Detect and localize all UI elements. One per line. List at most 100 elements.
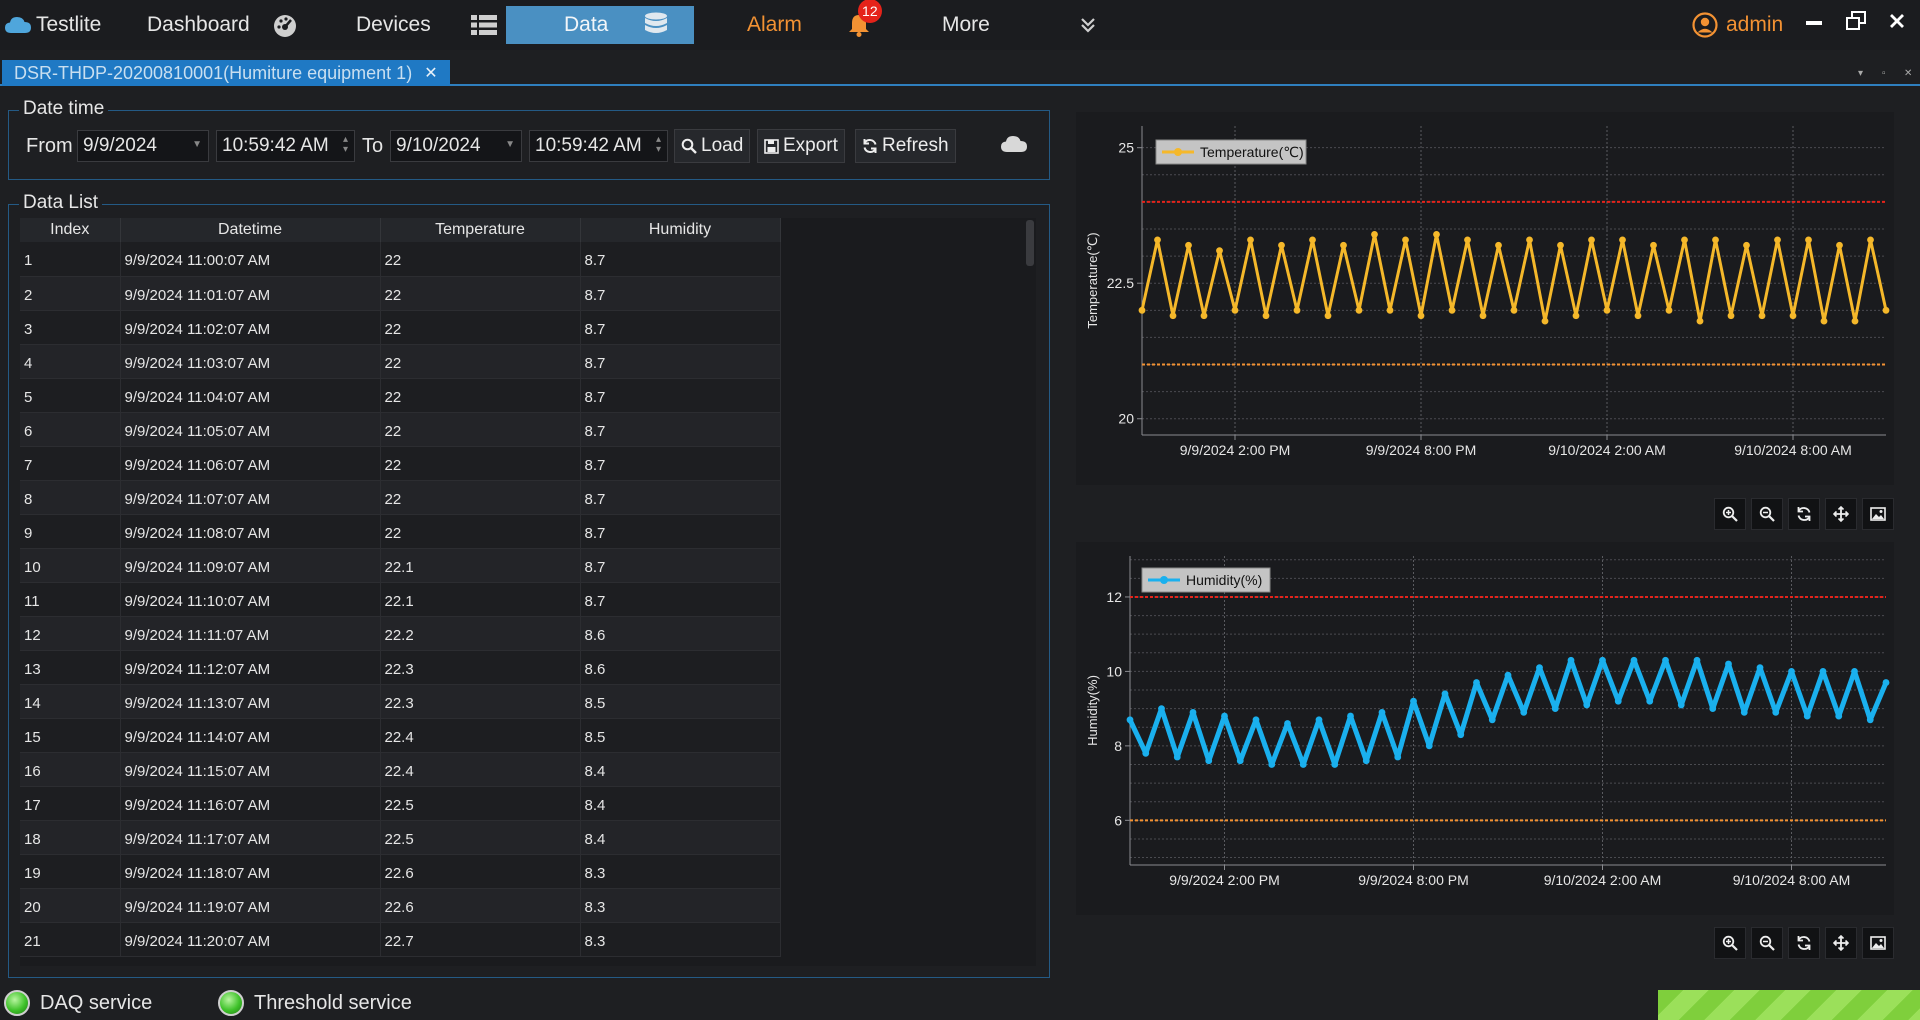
- table-row[interactable]: 7 9/9/2024 11:06:07 AM 22 8.7: [20, 446, 1036, 481]
- status-led-icon: [218, 990, 244, 1016]
- table-row[interactable]: 4 9/9/2024 11:03:07 AM 22 8.7: [20, 344, 1036, 379]
- cell-datetime: 9/9/2024 11:19:07 AM: [120, 888, 381, 923]
- pan-button[interactable]: [1825, 927, 1857, 959]
- temperature-legend-marker: [1174, 148, 1182, 156]
- close-window-button[interactable]: [1884, 8, 1910, 34]
- reset-zoom-button[interactable]: [1788, 927, 1820, 959]
- zoom-in-button[interactable]: [1714, 498, 1746, 530]
- column-header-humidity[interactable]: Humidity: [580, 218, 781, 242]
- app-brand[interactable]: Testlite: [4, 0, 101, 50]
- user-name: admin: [1726, 13, 1784, 36]
- cell-index: 17: [20, 786, 121, 821]
- humidity-data-point: [1788, 668, 1795, 675]
- table-row[interactable]: 16 9/9/2024 11:15:07 AM 22.4 8.4: [20, 752, 1036, 787]
- nav-data-active[interactable]: Data: [506, 6, 694, 44]
- table-row[interactable]: 18 9/9/2024 11:17:07 AM 22.5 8.4: [20, 820, 1036, 855]
- table-row[interactable]: 2 9/9/2024 11:01:07 AM 22 8.7: [20, 276, 1036, 311]
- brand-label: Testlite: [36, 13, 102, 36]
- table-scrollbar[interactable]: [1024, 218, 1036, 966]
- save-image-button[interactable]: [1862, 498, 1894, 530]
- temperature-data-point: [1138, 306, 1146, 314]
- table-row[interactable]: 11 9/9/2024 11:10:07 AM 22.1 8.7: [20, 582, 1036, 617]
- cloud-icon[interactable]: [1000, 134, 1028, 154]
- export-button[interactable]: Export: [757, 129, 845, 163]
- table-row[interactable]: 13 9/9/2024 11:12:07 AM 22.3 8.6: [20, 650, 1036, 685]
- table-row[interactable]: 1 9/9/2024 11:00:07 AM 22 8.7: [20, 242, 1036, 277]
- humidity-data-point: [1882, 679, 1890, 686]
- cell-datetime: 9/9/2024 11:06:07 AM: [120, 446, 381, 481]
- restore-icon: [1846, 11, 1866, 31]
- column-header-index[interactable]: Index: [20, 218, 121, 242]
- table-row[interactable]: 5 9/9/2024 11:04:07 AM 22 8.7: [20, 378, 1036, 413]
- scrollbar-thumb[interactable]: [1026, 220, 1034, 266]
- zoom-in-button[interactable]: [1714, 927, 1746, 959]
- cell-temperature: 22: [380, 446, 581, 481]
- table-row[interactable]: 10 9/9/2024 11:09:07 AM 22.1 8.7: [20, 548, 1036, 583]
- column-header-temperature[interactable]: Temperature: [380, 218, 581, 242]
- cell-filler: [780, 242, 1036, 276]
- cell-filler: [780, 616, 1036, 650]
- refresh-button[interactable]: Refresh: [855, 129, 956, 163]
- cell-temperature: 22.7: [380, 922, 581, 957]
- humidity-data-point: [1347, 712, 1354, 720]
- cell-datetime: 9/9/2024 11:17:07 AM: [120, 820, 381, 855]
- temperature-data-point: [1402, 236, 1409, 244]
- reset-zoom-button[interactable]: [1788, 498, 1820, 530]
- table-row[interactable]: 6 9/9/2024 11:05:07 AM 22 8.7: [20, 412, 1036, 447]
- table-row[interactable]: 21 9/9/2024 11:20:07 AM 22.7 8.3: [20, 922, 1036, 957]
- to-date-picker[interactable]: 9/10/2024 ▼: [390, 130, 522, 162]
- cell-datetime: 9/9/2024 11:00:07 AM: [120, 242, 381, 277]
- temperature-y-axis-label: Temperature(℃): [1085, 232, 1100, 328]
- cell-index: 2: [20, 276, 121, 311]
- load-button[interactable]: Load: [674, 129, 751, 163]
- save-image-button[interactable]: [1862, 927, 1894, 959]
- chevron-down-icon: ▼: [505, 139, 515, 150]
- nav-alarm[interactable]: Alarm 12: [747, 0, 882, 50]
- table-row[interactable]: 19 9/9/2024 11:18:07 AM 22.6 8.3: [20, 854, 1036, 889]
- humidity-data-point: [1551, 705, 1559, 713]
- humidity-legend[interactable]: Humidity(%): [1141, 567, 1271, 593]
- device-tab[interactable]: DSR-THDP-20200810001(Humiture equipment …: [2, 60, 450, 86]
- table-row[interactable]: 9 9/9/2024 11:08:07 AM 22 8.7: [20, 514, 1036, 549]
- image-icon: [1870, 935, 1886, 951]
- zoom-out-button[interactable]: [1751, 498, 1783, 530]
- table-row[interactable]: 20 9/9/2024 11:19:07 AM 22.6 8.3: [20, 888, 1036, 923]
- gauge-icon: [272, 13, 298, 37]
- minimize-button[interactable]: [1801, 8, 1827, 34]
- humidity-ytick-label: 8: [1114, 738, 1122, 754]
- tab-dropdown-icon[interactable]: ▾: [1858, 68, 1863, 79]
- table-row[interactable]: 14 9/9/2024 11:13:07 AM 22.3 8.5: [20, 684, 1036, 719]
- user-menu[interactable]: admin: [1692, 0, 1783, 50]
- table-row[interactable]: 17 9/9/2024 11:16:07 AM 22.5 8.4: [20, 786, 1036, 821]
- tab-close-all-icon[interactable]: ✕: [1904, 68, 1912, 79]
- nav-more[interactable]: More: [942, 0, 1096, 50]
- zoom-in-icon: [1722, 506, 1738, 522]
- table-row[interactable]: 3 9/9/2024 11:02:07 AM 22 8.7: [20, 310, 1036, 345]
- tab-close-icon[interactable]: ✕: [424, 63, 437, 83]
- nav-devices[interactable]: Devices: [356, 0, 497, 50]
- cell-humidity: 8.5: [580, 684, 781, 719]
- cell-index: 8: [20, 480, 121, 515]
- data-table: Index Datetime Temperature Humidity 1 9/9…: [20, 218, 1036, 966]
- pan-button[interactable]: [1825, 498, 1857, 530]
- image-icon: [1870, 506, 1886, 522]
- nav-dashboard[interactable]: Dashboard: [147, 0, 298, 50]
- column-header-datetime[interactable]: Datetime: [120, 218, 381, 242]
- table-row[interactable]: 8 9/9/2024 11:07:07 AM 22 8.7: [20, 480, 1036, 515]
- from-time-picker[interactable]: 10:59:42 AM ▴ ▾: [216, 130, 355, 162]
- temperature-data-point: [1278, 241, 1285, 249]
- table-row[interactable]: 12 9/9/2024 11:11:07 AM 22.2 8.6: [20, 616, 1036, 651]
- restore-button[interactable]: [1843, 8, 1869, 34]
- temperature-data-point: [1774, 236, 1781, 244]
- from-date-picker[interactable]: 9/9/2024 ▼: [77, 130, 209, 162]
- zoom-out-button[interactable]: [1751, 927, 1783, 959]
- nav-dashboard-label: Dashboard: [147, 13, 250, 36]
- cell-datetime: 9/9/2024 11:01:07 AM: [120, 276, 381, 311]
- to-time-picker[interactable]: 10:59:42 AM ▴ ▾: [529, 130, 668, 162]
- cell-temperature: 22.1: [380, 548, 581, 583]
- temperature-legend[interactable]: Temperature(℃): [1155, 139, 1307, 165]
- table-row[interactable]: 15 9/9/2024 11:14:07 AM 22.4 8.5: [20, 718, 1036, 753]
- humidity-data-point: [1362, 757, 1370, 765]
- tab-float-icon[interactable]: ▫: [1882, 68, 1886, 79]
- temperature-data-point: [1743, 241, 1750, 249]
